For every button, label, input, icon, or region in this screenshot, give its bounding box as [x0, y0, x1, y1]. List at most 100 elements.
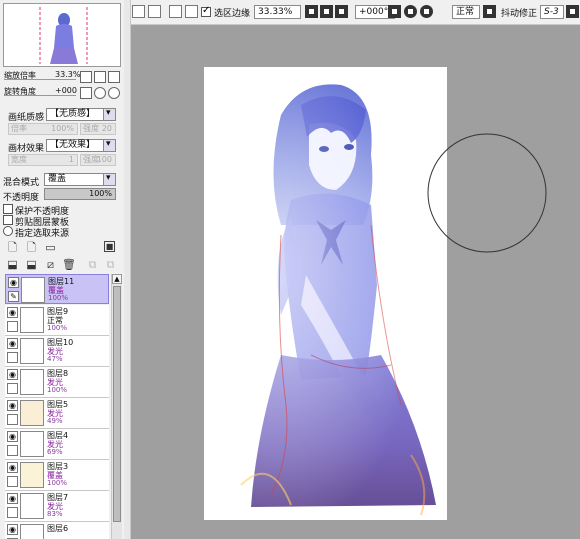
layer-opacity: 100%: [47, 324, 68, 332]
redo-icon[interactable]: [148, 5, 161, 18]
new-layer-icon[interactable]: 🗋: [6, 241, 19, 254]
layer-opacity: 83%: [47, 510, 63, 518]
layer-check[interactable]: [7, 321, 18, 332]
eye-icon[interactable]: ◉: [7, 431, 18, 442]
layer-check[interactable]: [7, 507, 18, 518]
layer-opacity: 100%: [47, 479, 68, 487]
eye-icon[interactable]: ◉: [7, 369, 18, 380]
paper-texture-select[interactable]: 【无质感】: [46, 108, 116, 121]
layer-item[interactable]: ◉ ✎ 图层11 覆盖 100%: [5, 274, 109, 304]
brush-effect-select[interactable]: 【无效果】: [46, 139, 116, 152]
eye-icon[interactable]: ◉: [7, 338, 18, 349]
layer-check[interactable]: [7, 352, 18, 363]
layer-thumbnail: [20, 524, 44, 539]
rotate-ccw-icon[interactable]: [388, 5, 401, 18]
paper-strength-field[interactable]: 强度 20: [80, 123, 116, 135]
layer-scrollbar[interactable]: ▲: [111, 274, 122, 539]
selection-source-radio[interactable]: [3, 226, 13, 236]
copy-layer-icon[interactable]: ⧉: [86, 258, 99, 271]
opacity-slider[interactable]: 100%: [44, 188, 116, 200]
panel-splitter[interactable]: [124, 0, 131, 539]
effect-strength-field[interactable]: 强度 100: [80, 154, 116, 166]
layer-item[interactable]: ◉ 图层4 发光 69%: [5, 429, 109, 460]
brush-icon[interactable]: ✎: [8, 291, 19, 302]
layer-opacity: 69%: [47, 448, 63, 456]
eye-icon[interactable]: ◉: [7, 307, 18, 318]
eye-icon[interactable]: ◉: [7, 493, 18, 504]
layer-item[interactable]: ◉ 图层6: [5, 522, 109, 539]
eye-icon[interactable]: ◉: [7, 524, 18, 535]
blend-mode-select[interactable]: 覆盖: [44, 173, 116, 186]
rotate-reset-icon[interactable]: [420, 5, 433, 18]
merge-down-icon[interactable]: ⬓: [25, 258, 38, 271]
selection-edge-checkbox[interactable]: [201, 5, 211, 17]
layer-item[interactable]: ◉ 图层3 覆盖 100%: [5, 460, 109, 491]
zoom-reset-button[interactable]: [108, 71, 120, 83]
invert-selection-icon[interactable]: [185, 5, 198, 18]
zoom-out-button[interactable]: [80, 71, 92, 83]
deselect-icon[interactable]: [169, 5, 182, 18]
new-folder-icon[interactable]: ▭: [44, 241, 57, 254]
layer-thumbnail: [20, 493, 44, 519]
transfer-down-icon[interactable]: ⬓: [6, 258, 19, 271]
effect-strength-value: 100: [96, 155, 112, 164]
eye-icon[interactable]: ◉: [8, 277, 19, 288]
layer-check[interactable]: [7, 476, 18, 487]
stabilizer-select[interactable]: S-3: [540, 5, 564, 19]
layer-item[interactable]: ◉ 图层8 发光 100%: [5, 367, 109, 398]
rotate-cw-icon[interactable]: [404, 5, 417, 18]
scroll-up-icon[interactable]: ▲: [112, 274, 122, 284]
zoom-in-icon[interactable]: [320, 5, 333, 18]
flip-horizontal-icon[interactable]: [483, 5, 496, 18]
layer-panel-menu-icon[interactable]: ■: [104, 241, 115, 252]
paper-scale-field[interactable]: 倍率 100%: [8, 123, 78, 135]
layer-item[interactable]: ◉ 图层7 发光 83%: [5, 491, 109, 522]
paper-texture-label: 画纸质感: [8, 113, 45, 123]
layer-item[interactable]: ◉ 图层9 正常 100%: [5, 305, 109, 336]
selection-edge-label: 选区边缘: [214, 9, 251, 19]
selection-source-label: 指定选取来源: [15, 229, 70, 239]
zoom-in-button[interactable]: [94, 71, 106, 83]
view-mode-select[interactable]: 正常: [452, 5, 480, 19]
rotate-reset-button[interactable]: [108, 87, 120, 99]
stabilizer-label: 抖动修正: [501, 9, 538, 19]
eye-icon[interactable]: ◉: [7, 462, 18, 473]
opacity-label: 不透明度: [3, 193, 40, 203]
zoom-reset-icon[interactable]: [335, 5, 348, 18]
layer-check[interactable]: [7, 445, 18, 456]
layer-check[interactable]: [7, 383, 18, 394]
clear-layer-icon[interactable]: ⧄: [44, 258, 57, 271]
undo-icon[interactable]: [132, 5, 145, 18]
paste-layer-icon[interactable]: ⧉: [104, 258, 117, 271]
protect-opacity-checkbox[interactable]: [3, 204, 13, 214]
navigator-preview: [39, 7, 88, 64]
zoom-out-icon[interactable]: [305, 5, 318, 18]
effect-width-label: 宽度: [11, 155, 27, 164]
paper-scale-value: 100%: [51, 124, 74, 133]
layer-thumbnail: [20, 338, 44, 364]
layer-thumbnail: [21, 277, 45, 303]
clipping-mask-checkbox[interactable]: [3, 215, 13, 225]
layer-check[interactable]: [7, 414, 18, 425]
layer-item[interactable]: ◉ 图层10 发光 47%: [5, 336, 109, 367]
layer-opacity: 100%: [47, 386, 68, 394]
trash-icon[interactable]: 🗑: [62, 258, 76, 271]
artwork-canvas[interactable]: [131, 25, 580, 539]
new-linework-layer-icon[interactable]: 🗋: [25, 241, 38, 254]
rotate-left-button[interactable]: [80, 87, 92, 99]
canvas-zoom-field[interactable]: 33.33%: [254, 5, 301, 19]
paper-scale-label: 倍率: [11, 124, 27, 133]
rotate-slider[interactable]: [4, 95, 76, 96]
effect-width-field[interactable]: 宽度 1: [8, 154, 78, 166]
eye-icon[interactable]: ◉: [7, 400, 18, 411]
rotate-right-button[interactable]: [94, 87, 106, 99]
navigator-thumbnail[interactable]: [3, 3, 121, 67]
layer-thumbnail: [20, 307, 44, 333]
zoom-slider[interactable]: [4, 79, 76, 80]
canvas-area[interactable]: [131, 25, 580, 539]
layer-item[interactable]: ◉ 图层5 发光 49%: [5, 398, 109, 429]
layer-name: 图层6: [47, 524, 69, 533]
chevron-down-icon: [103, 173, 115, 185]
stabilizer-dropdown-icon[interactable]: [566, 5, 579, 18]
scroll-thumb[interactable]: [113, 286, 121, 522]
